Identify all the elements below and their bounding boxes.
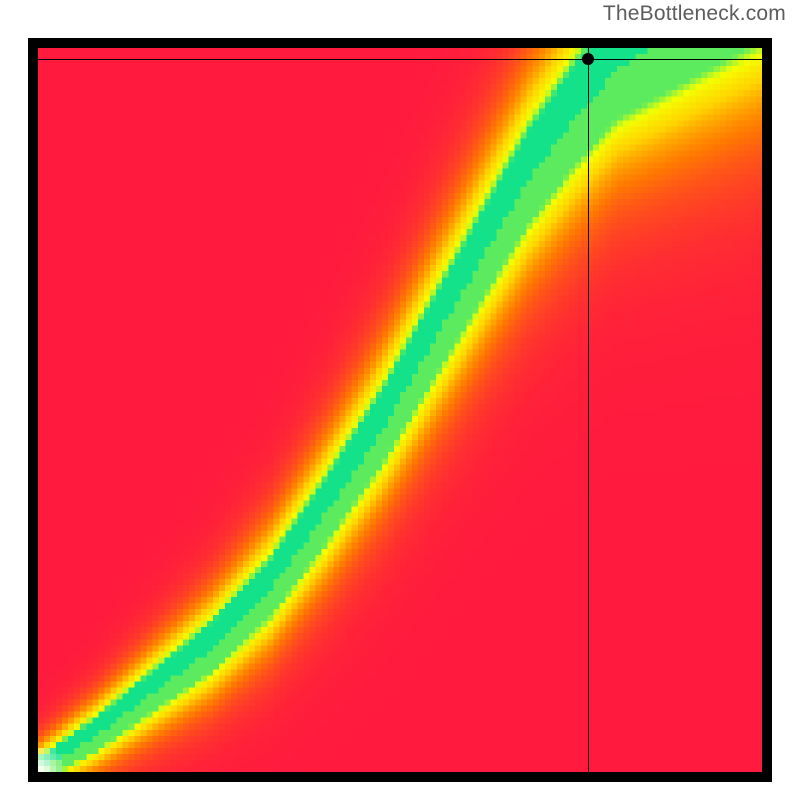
bottleneck-heatmap bbox=[38, 48, 762, 772]
site-attribution: TheBottleneck.com bbox=[603, 2, 786, 26]
crosshair-horizontal bbox=[38, 59, 762, 60]
crosshair-vertical bbox=[588, 48, 589, 772]
selected-point-marker bbox=[582, 53, 594, 65]
plot-frame bbox=[28, 38, 772, 782]
heatmap-wrapper bbox=[38, 48, 762, 772]
